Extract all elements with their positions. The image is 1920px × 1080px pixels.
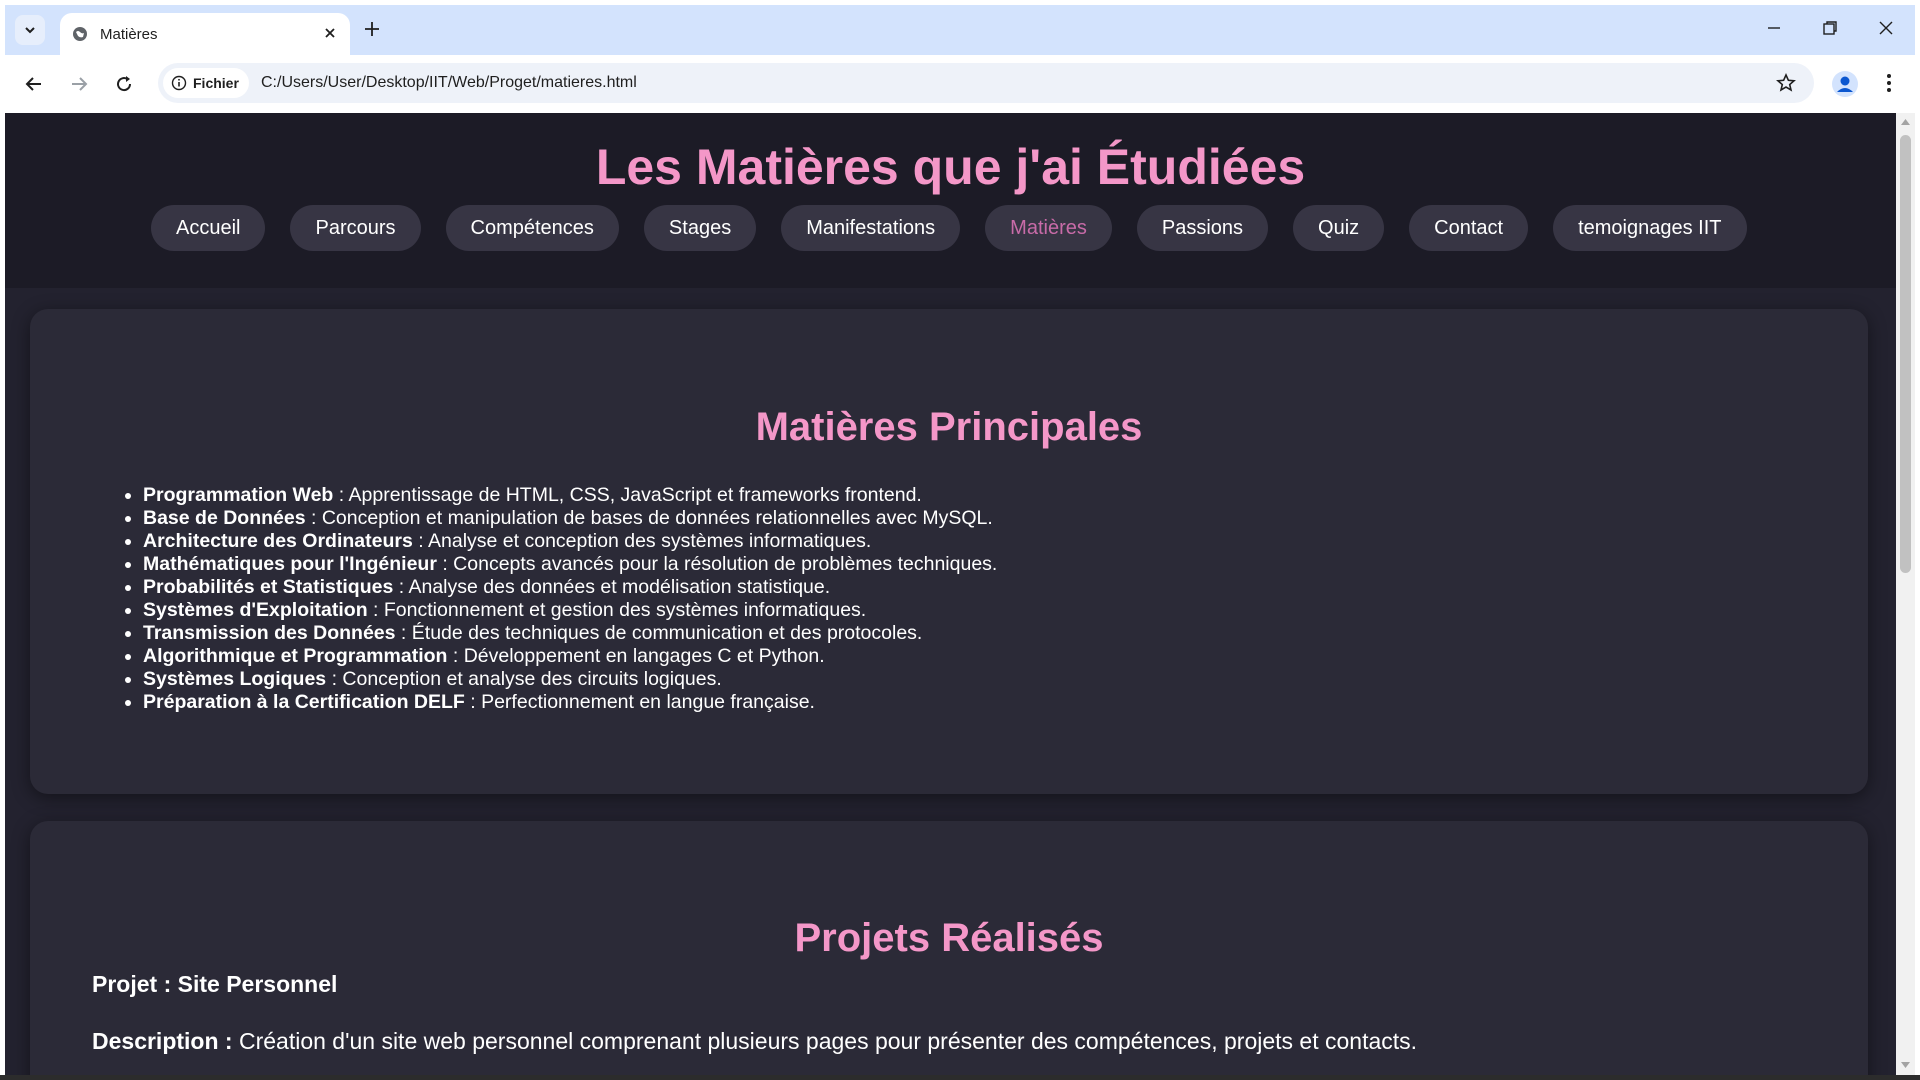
nav-link-stages[interactable]: Stages: [643, 205, 757, 251]
subject-item: Transmission des Données : Étude des tec…: [143, 622, 997, 645]
close-tab-icon[interactable]: [322, 25, 338, 41]
site-info-chip[interactable]: Fichier: [163, 68, 249, 98]
nav-link-temoignages-iit[interactable]: temoignages IIT: [1553, 205, 1747, 251]
subject-item: Mathématiques pour l'Ingénieur : Concept…: [143, 553, 997, 576]
subject-name: Probabilités et Statistiques: [143, 576, 394, 598]
bookmark-star-icon[interactable]: [1776, 73, 1796, 93]
subject-item: Algorithmique et Programmation : Dévelop…: [143, 645, 997, 668]
subject-item: Systèmes d'Exploitation : Fonctionnement…: [143, 599, 997, 622]
tab-title: Matières: [100, 26, 158, 43]
browser-tab-strip: Matières: [5, 5, 1915, 55]
subject-item: Probabilités et Statistiques : Analyse d…: [143, 576, 997, 599]
subject-name: Algorithmique et Programmation: [143, 645, 448, 667]
subject-name: Programmation Web: [143, 484, 334, 506]
minimize-icon[interactable]: [1765, 19, 1783, 37]
nav-link-passions[interactable]: Passions: [1136, 205, 1269, 251]
nav-link-quiz[interactable]: Quiz: [1293, 205, 1385, 251]
nav-link-accueil[interactable]: Accueil: [151, 205, 266, 251]
browser-toolbar: Fichier C:/Users/User/Desktop/IIT/Web/Pr…: [5, 55, 1915, 113]
main-subjects-heading: Matières Principales: [755, 405, 1143, 449]
projects-heading: Projets Réalisés: [794, 916, 1104, 960]
subject-description: : Conception et manipulation de bases de…: [305, 507, 993, 529]
subject-description: : Analyse et conception des systèmes inf…: [412, 530, 872, 552]
subject-description: : Fonctionnement et gestion des systèmes…: [367, 599, 867, 621]
profile-avatar-icon[interactable]: [1832, 71, 1858, 97]
description-text: Création d'un site web personnel compren…: [232, 1028, 1418, 1054]
info-icon: [171, 75, 187, 91]
nav-link-manifestations[interactable]: Manifestations: [781, 205, 961, 251]
subject-name: Architecture des Ordinateurs: [143, 530, 413, 552]
subject-item: Base de Données : Conception et manipula…: [143, 507, 997, 530]
scrollbar[interactable]: [1896, 113, 1915, 1075]
project-title: Projet : Site Personnel: [92, 971, 338, 997]
main-nav: Accueil Parcours Compétences Stages Manifest…: [151, 205, 1747, 251]
subject-name: Systèmes Logiques: [143, 668, 327, 690]
page-viewport: Les Matières que j'ai Étudiées Accueil Pa…: [5, 113, 1896, 1075]
restore-icon[interactable]: [1821, 19, 1839, 37]
subject-description: : Étude des techniques de communication …: [395, 622, 923, 644]
subject-description: : Perfectionnement en langue française.: [464, 691, 815, 713]
subject-name: Mathématiques pour l'Ingénieur: [143, 553, 437, 575]
subject-item: Préparation à la Certification DELF : Pe…: [143, 691, 997, 714]
tab-search-button[interactable]: [15, 15, 45, 45]
subject-item: Programmation Web : Apprentissage de HTM…: [143, 484, 997, 507]
subject-description: : Conception et analyse des circuits log…: [326, 668, 722, 690]
subjects-list: Programmation Web : Apprentissage de HTM…: [120, 484, 997, 714]
subject-name: Transmission des Données: [143, 622, 396, 644]
subject-name: Préparation à la Certification DELF: [143, 691, 465, 713]
url-text[interactable]: C:/Users/User/Desktop/IIT/Web/Proget/mat…: [261, 74, 637, 92]
site-header: Les Matières que j'ai Étudiées Accueil Pa…: [5, 113, 1896, 288]
chevron-down-icon: [25, 27, 35, 34]
globe-icon: [73, 27, 87, 41]
subject-name: Base de Données: [143, 507, 306, 529]
nav-link-mati-res[interactable]: Matières: [985, 205, 1112, 251]
main-subjects-card: Matières Principales Programmation Web :…: [30, 309, 1868, 794]
forward-arrow-icon[interactable]: [69, 74, 89, 94]
more-menu-icon[interactable]: [1885, 72, 1893, 94]
subject-description: : Concepts avancés pour la résolution de…: [436, 553, 998, 575]
subject-name: Systèmes d'Exploitation: [143, 599, 368, 621]
browser-tab[interactable]: Matières: [60, 13, 350, 55]
subject-description: : Apprentissage de HTML, CSS, JavaScript…: [333, 484, 922, 506]
project-description: Description : Création d'un site web per…: [92, 1028, 1417, 1055]
scrollbar-thumb[interactable]: [1900, 135, 1911, 573]
back-arrow-icon[interactable]: [24, 74, 44, 94]
nav-link-comp-tences[interactable]: Compétences: [445, 205, 619, 251]
nav-link-parcours[interactable]: Parcours: [290, 205, 421, 251]
subject-description: : Analyse des données et modélisation st…: [393, 576, 831, 598]
scroll-down-arrow-icon[interactable]: [1900, 1061, 1911, 1069]
subject-description: : Développement en langages C et Python.: [447, 645, 825, 667]
file-chip-label: Fichier: [193, 75, 239, 91]
page-title: Les Matières que j'ai Étudiées: [595, 139, 1306, 195]
taskbar-edge: [0, 1075, 1920, 1080]
projects-card: Projets Réalisés Projet : Site Personnel…: [30, 821, 1868, 1075]
subject-item: Architecture des Ordinateurs : Analyse e…: [143, 530, 997, 553]
nav-link-contact[interactable]: Contact: [1409, 205, 1529, 251]
address-bar[interactable]: Fichier C:/Users/User/Desktop/IIT/Web/Pr…: [158, 63, 1814, 103]
close-window-icon[interactable]: [1877, 19, 1895, 37]
reload-icon[interactable]: [114, 74, 134, 94]
scroll-up-arrow-icon[interactable]: [1900, 118, 1911, 126]
subject-item: Systèmes Logiques : Conception et analys…: [143, 668, 997, 691]
new-tab-icon[interactable]: [362, 19, 382, 39]
description-label: Description :: [92, 1028, 233, 1054]
